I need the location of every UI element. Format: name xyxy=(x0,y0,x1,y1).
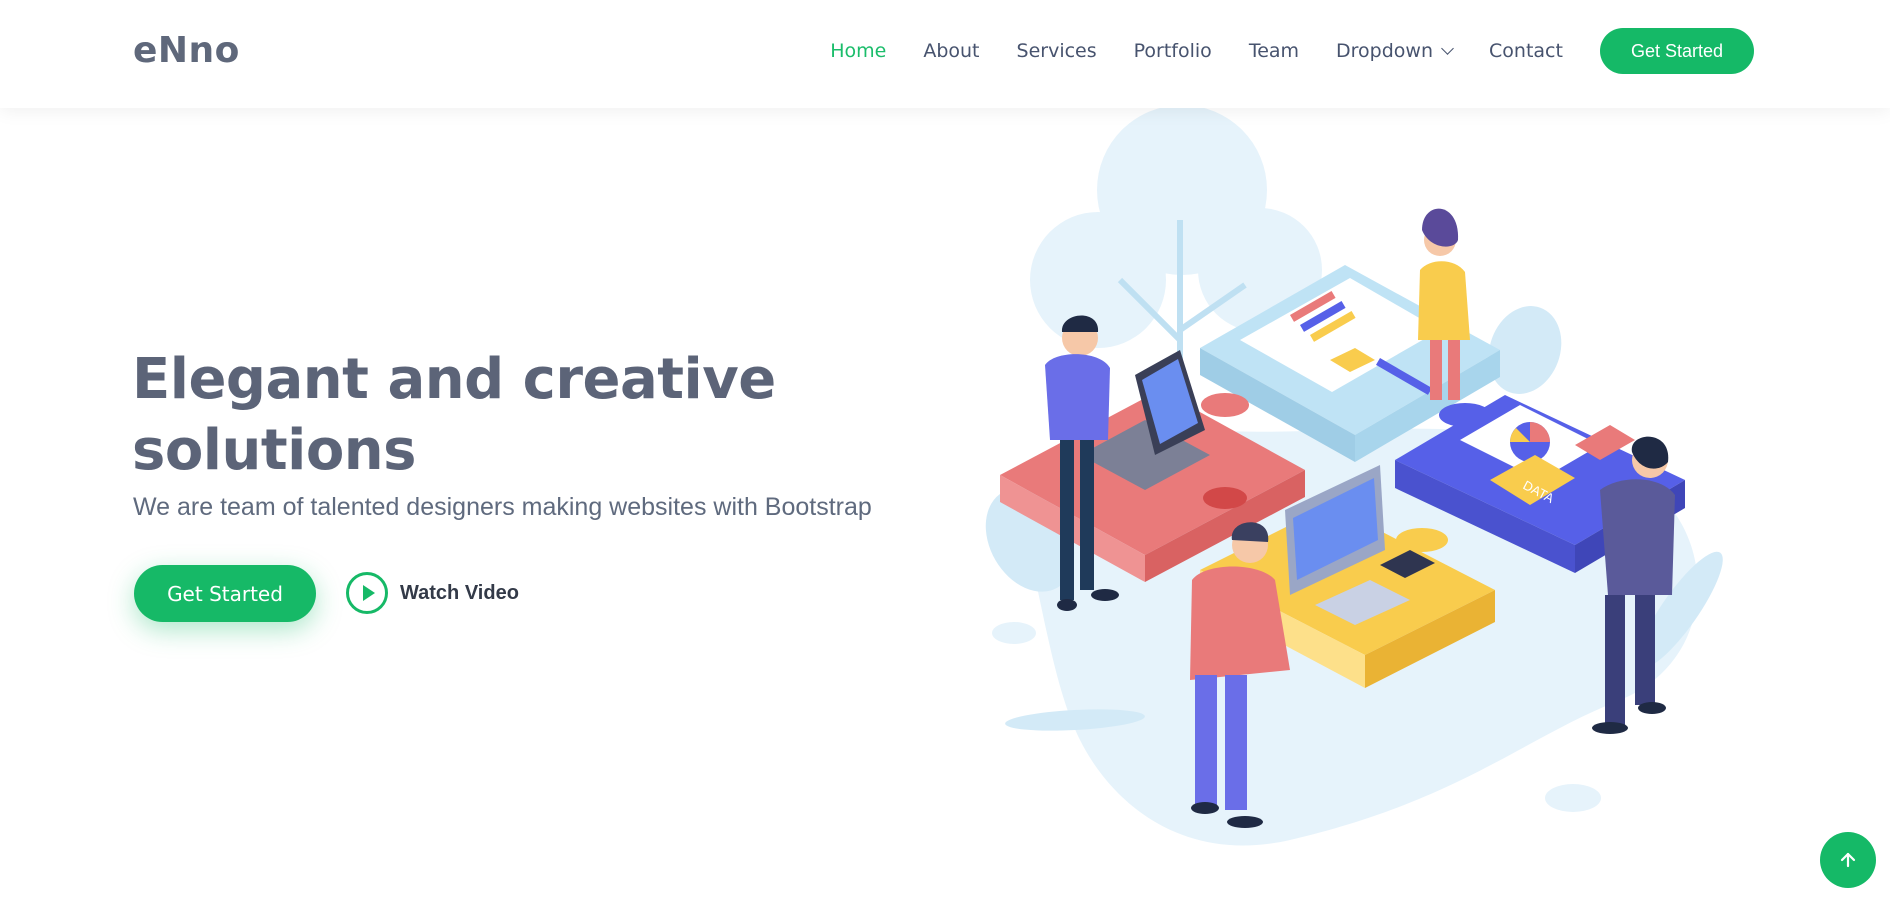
nav-portfolio[interactable]: Portfolio xyxy=(1134,40,1212,62)
chevron-down-icon xyxy=(1441,42,1454,55)
arrow-up-icon xyxy=(1840,852,1856,868)
hero-subtitle: We are team of talented designers making… xyxy=(133,493,872,521)
hero-title: Elegant and creative solutions xyxy=(132,347,776,483)
hero-illustration: DATA xyxy=(985,105,1723,846)
watch-video-link[interactable]: Watch Video xyxy=(346,572,519,614)
back-to-top-button[interactable] xyxy=(1820,832,1876,888)
nav-dropdown-label: Dropdown xyxy=(1336,40,1434,62)
nav-home[interactable]: Home xyxy=(830,40,886,62)
site-header: eNno Home About Services Portfolio Team … xyxy=(0,0,1890,108)
get-started-button[interactable]: Get Started xyxy=(134,565,316,622)
play-icon xyxy=(346,572,388,614)
nav-team[interactable]: Team xyxy=(1249,40,1299,62)
get-started-nav-button[interactable]: Get Started xyxy=(1599,28,1754,74)
nav-services[interactable]: Services xyxy=(1017,40,1097,62)
logo[interactable]: eNno xyxy=(133,30,240,71)
watch-video-label: Watch Video xyxy=(400,581,519,604)
nav-about[interactable]: About xyxy=(923,40,979,62)
nav-contact[interactable]: Contact xyxy=(1489,40,1563,62)
main-nav: Home About Services Portfolio Team Dropd… xyxy=(830,28,1754,74)
nav-dropdown[interactable]: Dropdown xyxy=(1336,40,1454,62)
